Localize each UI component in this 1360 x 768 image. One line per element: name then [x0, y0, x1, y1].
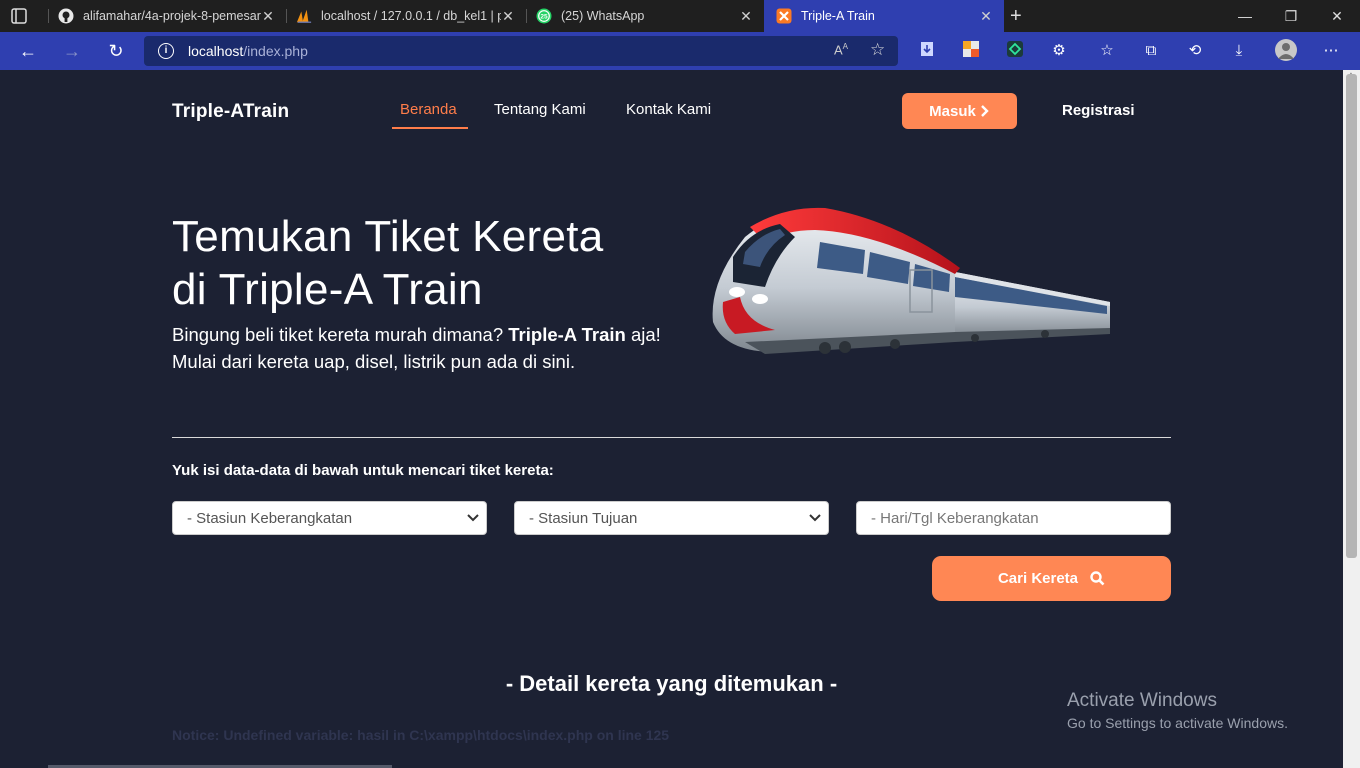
close-window-icon[interactable]: ✕ [1314, 0, 1360, 32]
search-train-button[interactable]: Cari Kereta [932, 556, 1171, 601]
origin-select-value: - Stasiun Keberangkatan [187, 509, 353, 527]
url-text[interactable]: localhost/index.php [188, 43, 308, 59]
collections-icon[interactable]: ⧉ [1141, 41, 1161, 61]
nav-link-kontak-kami[interactable]: Kontak Kami [626, 101, 711, 118]
search-button-label: Cari Kereta [997, 570, 1079, 587]
browser-toolbar: ← → ↻ i localhost/index.php AA ☆ ⚙ ☆ ⧉ ⟲… [0, 32, 1360, 70]
date-input-placeholder: - Hari/Tgl Keberangkatan [871, 509, 1039, 527]
close-tab-icon[interactable]: ✕ [260, 8, 276, 24]
browser-tab-github[interactable]: alifamahar/4a-projek-8-pemesar ✕ [48, 0, 286, 32]
refresh-icon[interactable]: ↻ [105, 40, 127, 62]
new-tab-icon[interactable]: + [1010, 6, 1022, 26]
php-notice: Notice: Undefined variable: hasil in C:\… [172, 727, 670, 743]
tab-title: alifamahar/4a-projek-8-pemesar [83, 9, 261, 23]
read-aloud-icon[interactable]: AA [834, 42, 848, 57]
nav-link-beranda[interactable]: Beranda [400, 101, 457, 118]
register-link[interactable]: Registrasi [1062, 102, 1135, 119]
whatsapp-icon: 25 [536, 8, 552, 24]
search-icon [1090, 571, 1105, 586]
forward-icon[interactable]: → [61, 40, 83, 62]
more-menu-icon[interactable]: ⋯ [1321, 41, 1341, 61]
browser-tab-whatsapp[interactable]: 25 (25) WhatsApp ✕ [526, 0, 764, 32]
restore-icon[interactable]: ❐ [1268, 0, 1314, 32]
site-brand[interactable]: Triple-ATrain [172, 101, 289, 123]
xampp-icon [776, 8, 792, 24]
close-tab-icon[interactable]: ✕ [738, 8, 754, 24]
train-illustration [712, 207, 1110, 354]
add-favorite-icon[interactable]: ☆ [870, 40, 885, 60]
tab-title: localhost / 127.0.0.1 / db_kel1 | p [321, 9, 501, 23]
extensions-icon[interactable]: ⚙ [1049, 41, 1069, 61]
tab-title: Triple-A Train [801, 9, 875, 23]
vertical-scrollbar[interactable]: ▲ [1343, 70, 1360, 768]
windows-activation-watermark: Activate Windows Go to Settings to activ… [1067, 690, 1288, 731]
favorites-icon[interactable]: ☆ [1097, 41, 1117, 61]
search-prompt: Yuk isi data-data di bawah untuk mencari… [172, 462, 554, 479]
close-tab-icon[interactable]: ✕ [978, 8, 994, 24]
tab-actions-icon[interactable] [10, 7, 28, 25]
web-page: Triple-ATrain Beranda Tentang Kami Konta… [0, 70, 1343, 768]
nav-link-tentang-kami[interactable]: Tentang Kami [494, 101, 586, 118]
history-icon[interactable]: ⟲ [1185, 41, 1205, 61]
section-divider [172, 437, 1171, 438]
site-info-icon[interactable]: i [158, 43, 174, 59]
hero-subtitle: Bingung beli tiket kereta murah dimana? … [172, 324, 661, 372]
profile-avatar-icon[interactable] [1275, 39, 1297, 61]
downloads-icon[interactable]: ⤓ [1229, 41, 1249, 61]
active-link-underline [392, 127, 468, 129]
chevron-down-icon [809, 514, 821, 522]
scrollbar-thumb[interactable] [1346, 74, 1357, 558]
phpmyadmin-icon [296, 8, 312, 24]
origin-station-select[interactable]: - Stasiun Keberangkatan [172, 501, 487, 535]
extension-colorful-icon[interactable] [961, 41, 981, 61]
github-icon [58, 8, 74, 24]
back-icon[interactable]: ← [17, 40, 39, 62]
close-tab-icon[interactable]: ✕ [500, 8, 516, 24]
chevron-down-icon [467, 514, 479, 522]
address-bar[interactable]: i localhost/index.php AA ☆ [144, 36, 898, 66]
browser-tab-phpmyadmin[interactable]: localhost / 127.0.0.1 / db_kel1 | p ✕ [286, 0, 526, 32]
destination-station-select[interactable]: - Stasiun Tujuan [514, 501, 829, 535]
destination-select-value: - Stasiun Tujuan [529, 509, 638, 527]
tab-title: (25) WhatsApp [561, 9, 645, 23]
whatsapp-badge: 25 [540, 14, 548, 21]
browser-tab-active[interactable]: Triple-A Train ✕ [764, 0, 1004, 32]
minimize-icon[interactable]: — [1222, 0, 1268, 32]
extension-green-icon[interactable] [1005, 41, 1025, 61]
extension-download-icon[interactable] [917, 41, 937, 61]
hero-title: Temukan Tiket Kereta di Triple-A Train [172, 212, 604, 314]
login-label: Masuk [929, 102, 976, 120]
departure-date-input[interactable]: - Hari/Tgl Keberangkatan [856, 501, 1171, 535]
login-button[interactable]: Masuk [902, 93, 1017, 129]
chevron-right-icon [980, 105, 989, 117]
browser-tab-bar: alifamahar/4a-projek-8-pemesar ✕ localho… [0, 0, 1360, 32]
